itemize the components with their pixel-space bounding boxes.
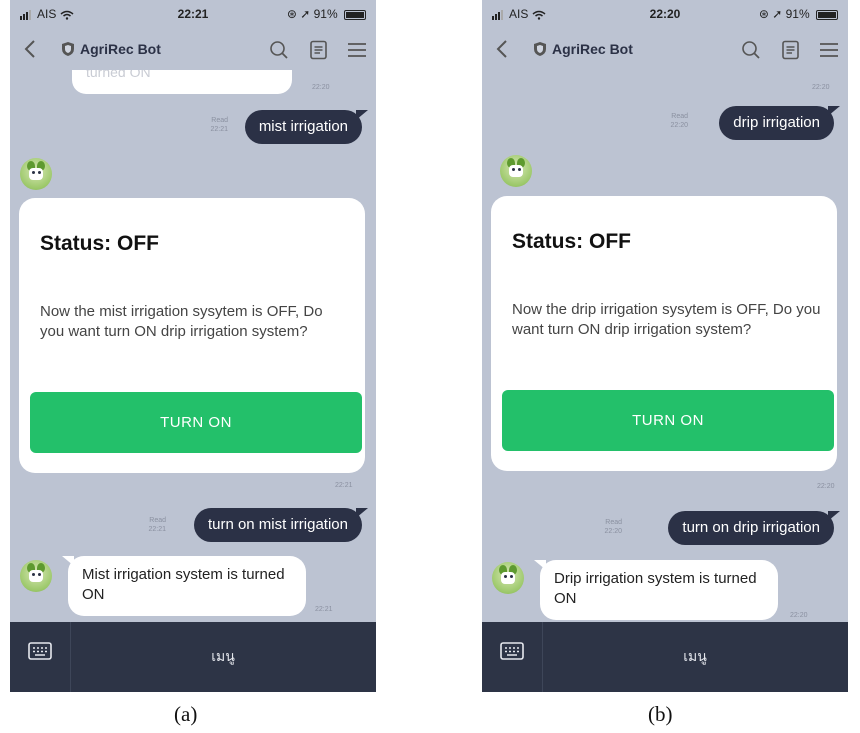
card-title: Status: OFF xyxy=(40,232,159,255)
status-right: ⊛ ➚ 91% xyxy=(287,7,366,21)
read-receipt: Read 22:20 xyxy=(604,518,622,536)
message-time: 22:21 xyxy=(148,526,166,533)
phone-screen-a: AIS 22:21 ⊛ ➚ 91% AgriRec Bot turned ON … xyxy=(10,0,376,692)
chat-header: AgriRec Bot xyxy=(482,28,848,70)
message-time: 22:20 xyxy=(604,528,622,535)
bottom-menu-bar: เมนู xyxy=(10,622,376,692)
read-label: Read xyxy=(149,517,166,524)
previous-message-partial: turned ON xyxy=(72,70,292,94)
location-icon: ➚ xyxy=(772,7,783,21)
bot-reply-time: 22:20 xyxy=(790,612,808,619)
message-time: 22:21 xyxy=(210,126,228,133)
back-arrow-icon[interactable] xyxy=(492,38,514,60)
read-receipt: Read 22:20 xyxy=(670,112,688,130)
notes-icon[interactable] xyxy=(308,39,330,61)
bot-reply-bubble[interactable]: Drip irrigation system is turned ON xyxy=(534,560,778,620)
status-right: ⊛ ➚ 91% xyxy=(759,7,838,21)
notes-icon[interactable] xyxy=(780,39,802,61)
battery-percent: 91% xyxy=(313,7,338,21)
lock-rotation-icon: ⊛ xyxy=(286,7,297,21)
rich-menu-toggle[interactable]: เมนู xyxy=(70,646,376,668)
bot-reply-time: 22:21 xyxy=(315,606,333,613)
previous-message-time: 22:20 xyxy=(812,84,830,91)
read-label: Read xyxy=(671,113,688,120)
card-time: 22:20 xyxy=(817,483,835,490)
status-card: Status: OFF Now the mist irrigation sysy… xyxy=(19,198,365,473)
panel-caption-a: (a) xyxy=(174,702,198,726)
search-icon[interactable] xyxy=(740,39,762,61)
user-message-bubble[interactable]: turn on drip irrigation xyxy=(668,511,840,545)
battery-percent: 91% xyxy=(785,7,810,21)
back-arrow-icon[interactable] xyxy=(20,38,42,60)
card-title: Status: OFF xyxy=(512,230,631,253)
bot-avatar xyxy=(20,560,52,592)
user-message-bubble[interactable]: turn on mist irrigation xyxy=(193,508,369,542)
user-message-bubble[interactable]: drip irrigation xyxy=(719,106,840,140)
read-receipt: Read 22:21 xyxy=(210,116,228,134)
panel-caption-b: (b) xyxy=(648,702,673,726)
status-card: Status: OFF Now the drip irrigation sysy… xyxy=(491,196,837,471)
status-bar: AIS 22:21 ⊛ ➚ 91% xyxy=(10,0,376,28)
read-label: Read xyxy=(605,519,622,526)
previous-message-time: 22:20 xyxy=(312,84,330,91)
location-icon: ➚ xyxy=(300,7,311,21)
chat-title: AgriRec Bot xyxy=(552,41,633,57)
search-icon[interactable] xyxy=(268,39,290,61)
bottom-menu-bar: เมนู xyxy=(482,622,848,692)
message-time: 22:20 xyxy=(670,122,688,129)
bot-avatar xyxy=(20,158,52,190)
shield-icon xyxy=(534,42,546,56)
turn-on-button[interactable]: TURN ON xyxy=(502,390,834,451)
read-label: Read xyxy=(211,117,228,124)
battery-icon xyxy=(816,9,838,20)
user-message-bubble[interactable]: mist irrigation xyxy=(244,110,369,144)
status-bar: AIS 22:20 ⊛ ➚ 91% xyxy=(482,0,848,28)
bot-reply-bubble[interactable]: Mist irrigation system is turned ON xyxy=(62,556,306,616)
keyboard-icon[interactable] xyxy=(500,642,524,660)
lock-rotation-icon: ⊛ xyxy=(758,7,769,21)
phone-screen-b: AIS 22:20 ⊛ ➚ 91% AgriRec Bot 22:20 Read… xyxy=(482,0,848,692)
hamburger-menu-icon[interactable] xyxy=(818,39,840,61)
hamburger-menu-icon[interactable] xyxy=(346,39,368,61)
bot-avatar xyxy=(500,155,532,187)
rich-menu-toggle[interactable]: เมนู xyxy=(542,646,848,668)
card-body: Now the drip irrigation sysytem is OFF, … xyxy=(512,301,821,338)
chat-title: AgriRec Bot xyxy=(80,41,161,57)
previous-message-text: turned ON xyxy=(86,70,151,80)
card-body: Now the mist irrigation sysytem is OFF, … xyxy=(40,303,323,340)
read-receipt: Read 22:21 xyxy=(148,516,166,534)
card-time: 22:21 xyxy=(335,482,353,489)
shield-icon xyxy=(62,42,74,56)
bot-avatar xyxy=(492,562,524,594)
keyboard-icon[interactable] xyxy=(28,642,52,660)
chat-header: AgriRec Bot xyxy=(10,28,376,70)
battery-icon xyxy=(344,9,366,20)
turn-on-button[interactable]: TURN ON xyxy=(30,392,362,453)
